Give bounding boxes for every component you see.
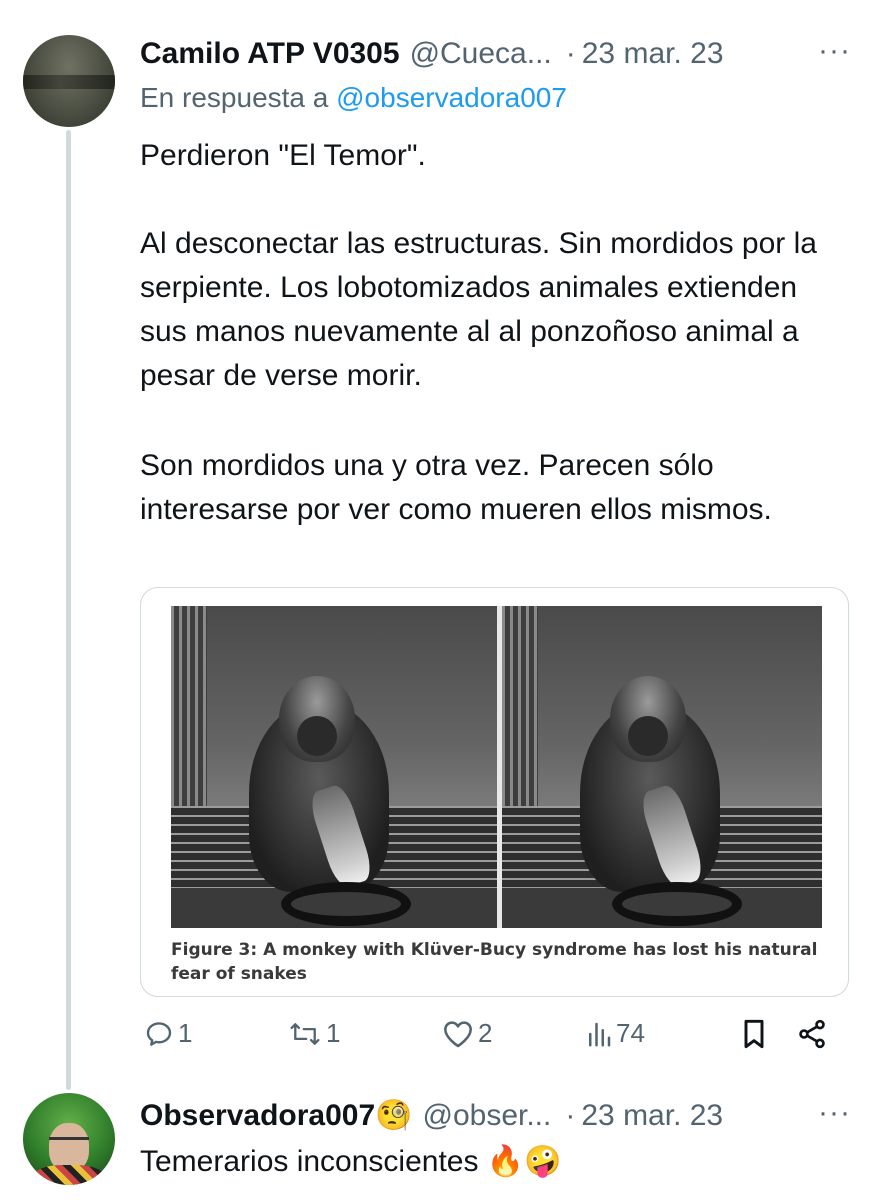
reply-bubble-icon: [144, 1019, 174, 1049]
separator-dot: ·: [565, 1099, 576, 1132]
share-button[interactable]: [796, 1018, 828, 1050]
tweet-date[interactable]: 23 mar. 23: [581, 1098, 723, 1134]
like-count: 2: [478, 1018, 493, 1048]
thread-connector-line: [66, 130, 71, 1090]
avatar[interactable]: [23, 1093, 115, 1185]
tweet-header: Camilo ATP V0305 @Cueca... · 23 mar. 23: [140, 36, 724, 72]
reply-count: 1: [178, 1018, 193, 1048]
reply-button[interactable]: 1: [144, 1018, 192, 1049]
tweet-date[interactable]: 23 mar. 23: [582, 36, 724, 72]
heart-icon: [442, 1019, 474, 1049]
tweet-text-paragraph: Perdieron "El Temor".: [140, 139, 426, 172]
author-name[interactable]: Camilo ATP V0305: [140, 36, 400, 72]
monkey-photo-left: [171, 606, 497, 928]
retweet-icon: [288, 1019, 322, 1049]
author-name[interactable]: Observadora007🧐: [140, 1098, 413, 1134]
views-bar-chart-icon: [586, 1019, 612, 1049]
reply-mention-link[interactable]: @observadora007: [336, 82, 567, 113]
tweet-text-paragraph: Al desconectar las estructuras. Sin mord…: [140, 227, 817, 392]
reply-tweet-header: Observadora007🧐 @obser... · 23 mar. 23: [140, 1098, 723, 1134]
separator-dot: ·: [565, 37, 576, 70]
ellipsis-icon[interactable]: ···: [818, 34, 851, 68]
tweet-text-paragraph: Son mordidos una y otra vez. Parecen sól…: [140, 449, 772, 526]
share-icon: [796, 1018, 828, 1050]
reply-context: En respuesta a @observadora007: [140, 82, 567, 114]
author-handle[interactable]: @obser...: [423, 1098, 552, 1134]
views-count: 74: [616, 1018, 645, 1048]
media-image-card[interactable]: Figure 3: A monkey with Klüver-Bucy synd…: [140, 587, 849, 997]
monkey-photo-right: [502, 606, 822, 928]
views-button[interactable]: 74: [586, 1018, 645, 1049]
author-handle[interactable]: @Cueca...: [410, 36, 552, 72]
ellipsis-icon[interactable]: ···: [818, 1096, 851, 1130]
figure-caption: Figure 3: A monkey with Klüver-Bucy synd…: [171, 940, 818, 984]
reply-tweet-text: Temerarios inconscientes 🔥🤪: [140, 1145, 562, 1178]
retweet-count: 1: [326, 1018, 341, 1048]
like-button[interactable]: 2: [442, 1018, 492, 1049]
bookmark-icon: [740, 1018, 768, 1050]
tweet-actions-bar: 1 1 2 74: [140, 1018, 840, 1062]
retweet-button[interactable]: 1: [288, 1018, 340, 1049]
avatar[interactable]: [23, 35, 115, 127]
bookmark-button[interactable]: [740, 1018, 768, 1050]
reply-context-label: En respuesta a: [140, 82, 329, 113]
